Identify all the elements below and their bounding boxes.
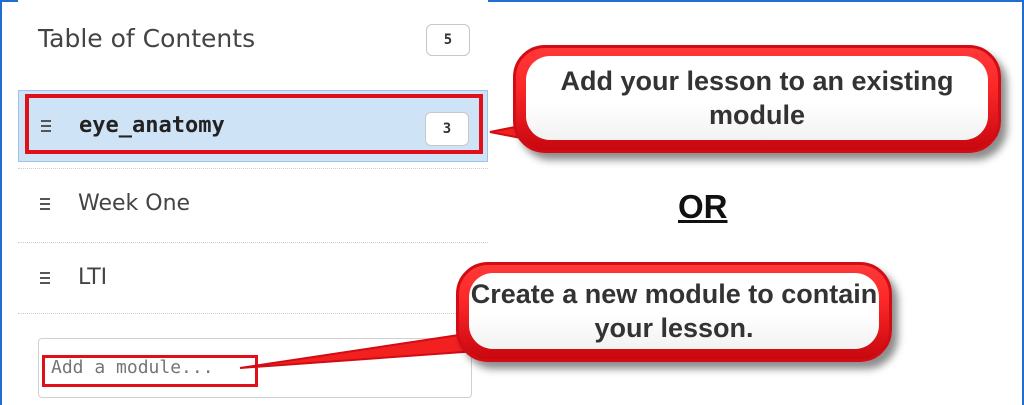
- drag-handle-icon[interactable]: [40, 272, 50, 284]
- toc-header: Table of Contents 5: [18, 0, 488, 80]
- callout-existing-module: Add your lesson to an existing module: [513, 45, 1001, 153]
- module-item-lti[interactable]: LTI: [18, 242, 488, 314]
- module-label: LTI: [78, 265, 108, 290]
- module-label: Week One: [78, 191, 191, 216]
- module-item-eye-anatomy[interactable]: eye_anatomy 3: [18, 90, 488, 162]
- callout-new-text: Create a new module to contain your less…: [469, 273, 879, 349]
- highlight-box-module: [25, 94, 483, 154]
- module-item-week-one[interactable]: Week One: [18, 168, 488, 240]
- table-of-contents-panel: Table of Contents 5 eye_anatomy 3 Week O…: [18, 0, 488, 405]
- or-label: OR: [678, 188, 728, 225]
- add-module-field[interactable]: [38, 338, 472, 398]
- callout-new-module: Create a new module to contain your less…: [456, 262, 892, 362]
- toc-title: Table of Contents: [38, 24, 256, 53]
- add-module-input[interactable]: [51, 355, 251, 379]
- toc-count-badge: 5: [426, 24, 470, 56]
- callout-existing-text: Add your lesson to an existing module: [526, 56, 988, 140]
- drag-handle-icon[interactable]: [40, 198, 50, 210]
